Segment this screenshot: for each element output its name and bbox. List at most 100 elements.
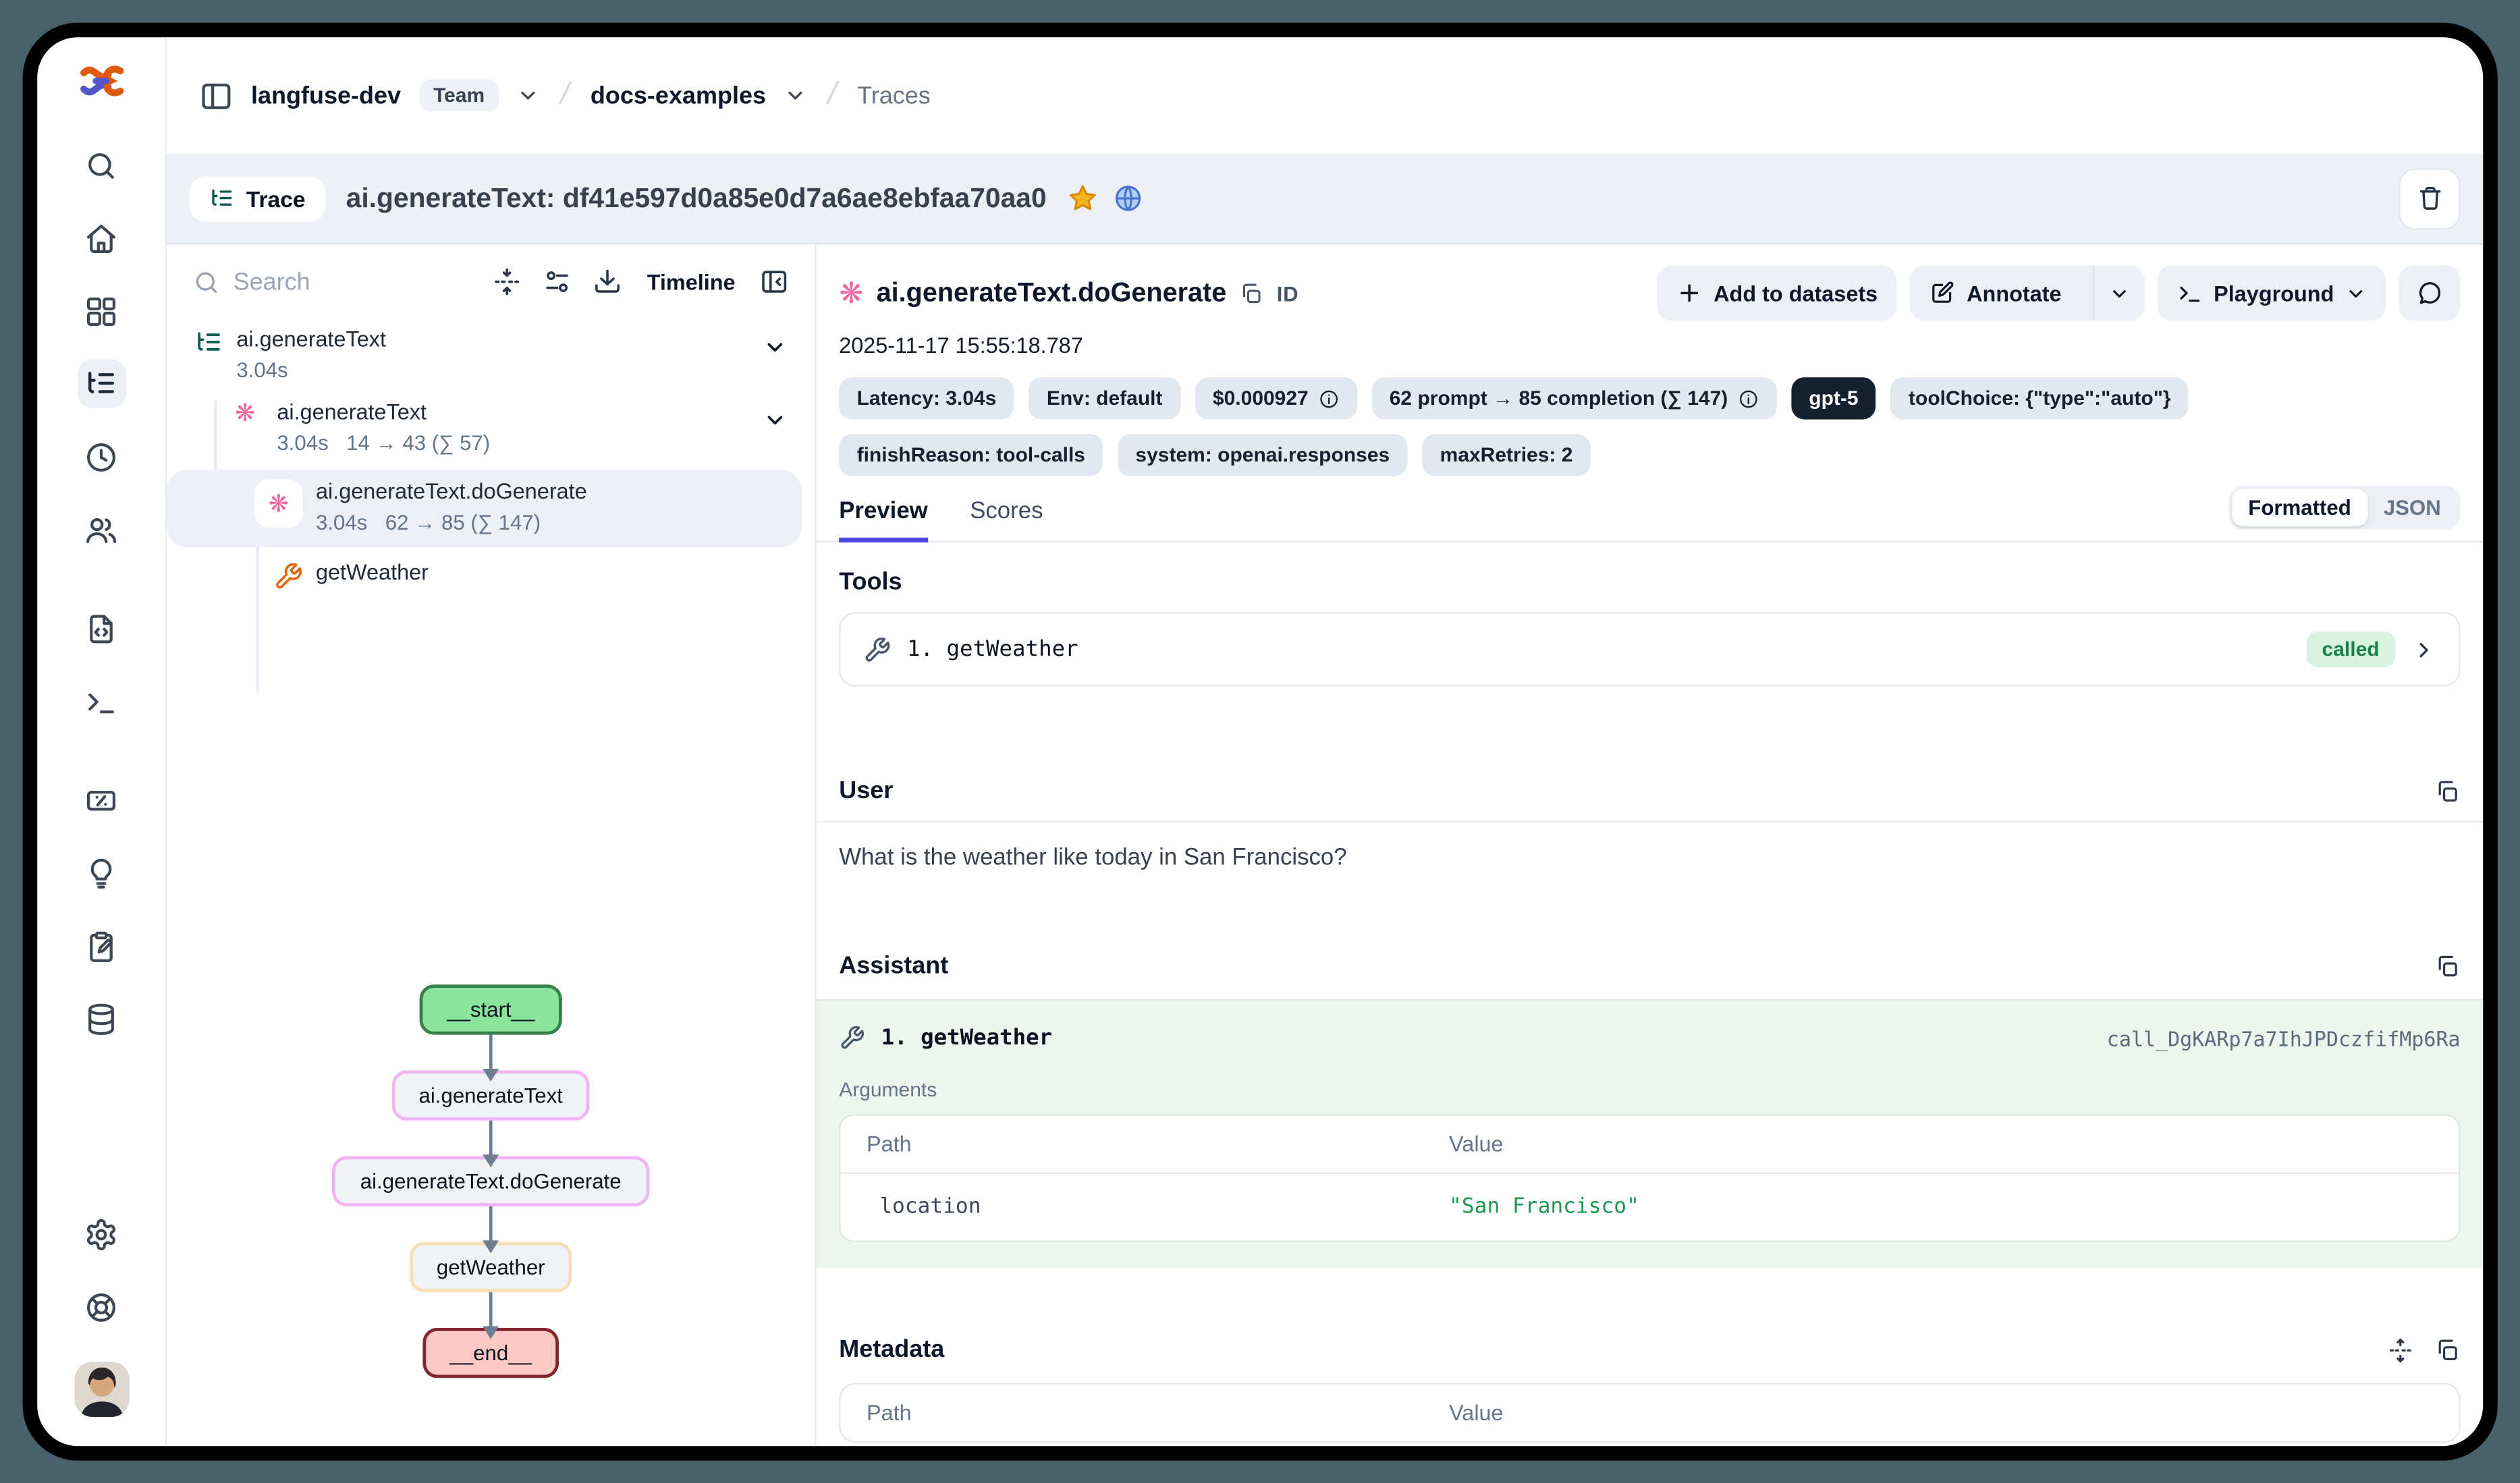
toolchoice-badge: toolChoice: {"type":"auto"} bbox=[1891, 377, 2189, 419]
home-icon[interactable] bbox=[77, 214, 126, 262]
value-column-header: Value bbox=[1423, 1384, 2459, 1441]
tab-preview[interactable]: Preview bbox=[839, 499, 928, 540]
sessions-clock-icon[interactable] bbox=[77, 432, 126, 481]
traces-icon[interactable] bbox=[77, 360, 126, 408]
view-toggle: Formatted JSON bbox=[2228, 486, 2460, 530]
chevron-down-icon[interactable] bbox=[784, 84, 806, 107]
token-usage-badge[interactable]: 62 prompt → 85 completion (∑ 147) bbox=[1371, 377, 1776, 419]
settings-gear-icon[interactable] bbox=[77, 1210, 126, 1258]
copy-icon[interactable] bbox=[2434, 953, 2460, 978]
finishreason-badge: finishReason: tool-calls bbox=[839, 434, 1103, 476]
chevron-down-icon[interactable] bbox=[763, 335, 787, 360]
wrench-icon bbox=[274, 562, 303, 591]
model-badge[interactable]: gpt-5 bbox=[1791, 377, 1876, 419]
graph-edge-arrow bbox=[489, 1206, 493, 1242]
annotate-button[interactable]: Annotate bbox=[1910, 266, 2081, 321]
arguments-label: Arguments bbox=[839, 1078, 2460, 1101]
prompts-file-code-icon[interactable] bbox=[77, 604, 126, 652]
delete-trace-button[interactable] bbox=[2399, 167, 2460, 229]
collapse-panel-icon[interactable] bbox=[760, 267, 789, 296]
tree-row-trace[interactable]: ai.generateText 3.04s bbox=[167, 319, 815, 392]
annotate-dropdown[interactable] bbox=[2092, 266, 2144, 321]
tree-search[interactable] bbox=[193, 268, 472, 296]
graph-node-start[interactable]: __start__ bbox=[419, 984, 562, 1034]
generation-icon: ❋ bbox=[839, 279, 863, 308]
tree-row-label: ai.generateText bbox=[277, 400, 490, 424]
chat-bubble-icon bbox=[2417, 280, 2442, 306]
value-column-header: Value bbox=[1423, 1116, 2459, 1173]
playground-terminal-icon[interactable] bbox=[77, 677, 126, 725]
download-icon[interactable] bbox=[594, 267, 623, 296]
timeline-toggle[interactable]: Timeline bbox=[647, 270, 736, 294]
users-icon[interactable] bbox=[77, 505, 126, 554]
tree-settings-icon[interactable] bbox=[543, 267, 572, 296]
info-icon bbox=[1738, 388, 1759, 409]
comments-button[interactable] bbox=[2399, 266, 2460, 321]
system-badge: system: openai.responses bbox=[1118, 434, 1408, 476]
latency-badge: Latency: 3.04s bbox=[839, 377, 1014, 419]
chevron-down-icon[interactable] bbox=[763, 408, 787, 432]
annotate-split-button[interactable]: Annotate bbox=[1910, 266, 2144, 321]
tab-scores[interactable]: Scores bbox=[970, 499, 1043, 540]
tree-row-duration: 3.04s bbox=[277, 430, 328, 455]
tools-heading: Tools bbox=[839, 568, 2460, 596]
tree-toolbar: Timeline bbox=[167, 244, 815, 312]
arguments-table: Path Value location "San Francisco" bbox=[839, 1114, 2460, 1242]
sidebar-toggle-icon[interactable] bbox=[199, 78, 233, 112]
wrench-icon bbox=[863, 636, 891, 663]
lightbulb-icon[interactable] bbox=[77, 849, 126, 897]
id-label[interactable]: ID bbox=[1277, 281, 1299, 305]
breadcrumb-project[interactable]: langfuse-dev bbox=[251, 82, 401, 109]
section-divider bbox=[817, 821, 2484, 822]
breadcrumb-separator: / bbox=[824, 78, 840, 113]
chevron-down-icon[interactable] bbox=[517, 84, 540, 107]
cost-badge[interactable]: $0.000927 bbox=[1195, 377, 1357, 419]
copy-icon[interactable] bbox=[2434, 778, 2460, 804]
breadcrumb-page[interactable]: Traces bbox=[857, 82, 931, 109]
tree-row-duration: 3.04s bbox=[236, 358, 287, 382]
pencil-square-icon bbox=[1929, 280, 1955, 306]
tree-row-generation[interactable]: ❋ ai.generateText 3.04s14 → 43 (∑ 57) bbox=[167, 392, 815, 465]
dashboards-icon[interactable] bbox=[77, 287, 126, 335]
search-nav-icon[interactable] bbox=[77, 141, 126, 190]
metadata-table: Path Value bbox=[839, 1383, 2460, 1443]
breadcrumb-environment[interactable]: docs-examples bbox=[591, 82, 766, 109]
breadcrumb: langfuse-dev Team / docs-examples / Trac… bbox=[167, 37, 2483, 154]
terminal-icon bbox=[2176, 280, 2202, 306]
search-input[interactable] bbox=[234, 268, 379, 296]
bookmark-star-icon[interactable] bbox=[1068, 183, 1099, 214]
json-toggle[interactable]: JSON bbox=[2367, 489, 2457, 526]
add-to-datasets-button[interactable]: Add to datasets bbox=[1657, 266, 1897, 321]
tool-name: 1. getWeather bbox=[907, 636, 1078, 662]
tree-row-label: getWeather bbox=[316, 560, 429, 584]
generation-icon: ❋ bbox=[269, 491, 289, 515]
public-globe-icon[interactable] bbox=[1113, 183, 1144, 214]
formatted-toggle[interactable]: Formatted bbox=[2232, 489, 2367, 526]
copy-icon[interactable] bbox=[2434, 1337, 2460, 1362]
playground-button[interactable]: Playground bbox=[2157, 266, 2386, 321]
observation-timestamp: 2025-11-17 15:55:18.787 bbox=[817, 324, 2484, 358]
evaluation-icon[interactable] bbox=[77, 776, 126, 824]
observation-content[interactable]: Tools 1. getWeather called User Wha bbox=[817, 542, 2484, 1446]
tree-row-tool[interactable]: getWeather bbox=[167, 552, 815, 600]
generation-icon: ❋ bbox=[235, 401, 264, 430]
app-window: langfuse-dev Team / docs-examples / Trac… bbox=[23, 23, 2498, 1461]
plus-icon bbox=[1676, 280, 1702, 306]
breadcrumb-separator: / bbox=[557, 78, 573, 113]
expand-vertical-icon[interactable] bbox=[2388, 1337, 2413, 1362]
tool-definition-row[interactable]: 1. getWeather called bbox=[839, 612, 2460, 686]
collapse-all-icon[interactable] bbox=[493, 267, 522, 296]
observation-badges: Latency: 3.04s Env: default $0.000927 62… bbox=[817, 358, 2404, 476]
chevron-right-icon[interactable] bbox=[2412, 637, 2436, 661]
annotation-clipboard-icon[interactable] bbox=[77, 922, 126, 970]
support-lifebuoy-icon[interactable] bbox=[77, 1283, 126, 1331]
project-plan-badge: Team bbox=[418, 80, 499, 112]
info-icon bbox=[1318, 388, 1339, 409]
datasets-database-icon[interactable] bbox=[77, 995, 126, 1043]
tree-row-dogenerate-selected[interactable]: ❋ ai.generateText.doGenerate 3.04s62 → 8… bbox=[167, 470, 802, 547]
trace-type-label: Trace bbox=[246, 186, 306, 211]
tool-call-block: 1. getWeather call_DgKARp7a7IhJPDczfifMp… bbox=[817, 999, 2484, 1268]
avatar[interactable] bbox=[74, 1362, 129, 1417]
argument-value: "San Francisco" bbox=[1423, 1174, 2459, 1240]
copy-id-icon[interactable] bbox=[1239, 281, 1263, 305]
